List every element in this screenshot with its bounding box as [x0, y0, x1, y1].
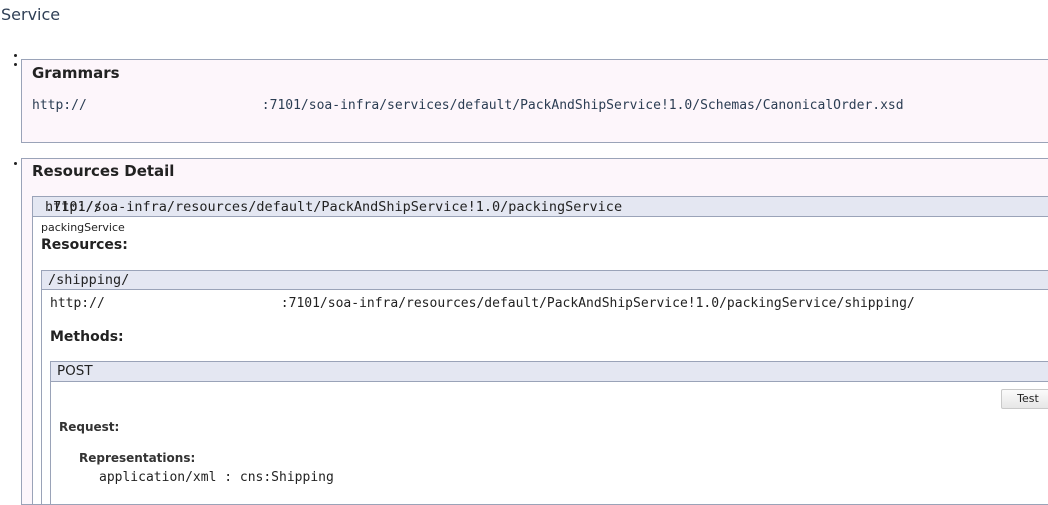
- url-suffix: :7101/soa-infra/services/default/PackAnd…: [261, 98, 904, 113]
- shipping-path: /shipping/: [48, 272, 130, 288]
- resource-url-header: http://.7101/soa-infra/resources/default…: [33, 197, 1048, 217]
- grammars-panel: Grammars http:// :7101/soa-infra/services…: [21, 59, 1048, 143]
- tree-bullet: [14, 63, 17, 66]
- resources-label: Resources:: [41, 237, 128, 253]
- grammar-schema-link[interactable]: http:// :7101/soa-infra/services/default/…: [32, 98, 904, 113]
- url-suffix: .7101/soa-infra/resources/default/PackAn…: [45, 199, 623, 215]
- page-title: Service: [1, 5, 61, 24]
- shipping-path-header: /shipping/: [42, 271, 1048, 290]
- representations-label: Representations:: [79, 451, 196, 465]
- post-method-panel: POST Test Request: Representations: appl…: [50, 361, 1048, 505]
- resource-name: packingService: [41, 221, 125, 234]
- url-prefix: http://: [32, 98, 87, 113]
- method-name: POST: [57, 363, 93, 379]
- tree-bullet: [14, 162, 17, 165]
- post-method-header: POST: [51, 362, 1048, 382]
- resources-detail-heading: Resources Detail: [32, 162, 175, 180]
- request-label: Request:: [59, 420, 120, 434]
- representation-item: application/xml : cns:Shipping: [99, 470, 334, 485]
- shipping-url[interactable]: http:// :7101/soa-infra/resources/default…: [50, 296, 915, 311]
- tree-bullet: [14, 54, 17, 57]
- test-button[interactable]: Test: [1001, 389, 1048, 409]
- grammars-heading: Grammars: [32, 64, 120, 82]
- url-suffix: :7101/soa-infra/resources/default/PackAn…: [280, 296, 915, 311]
- methods-label: Methods:: [50, 329, 124, 345]
- url-prefix: http://: [50, 296, 105, 311]
